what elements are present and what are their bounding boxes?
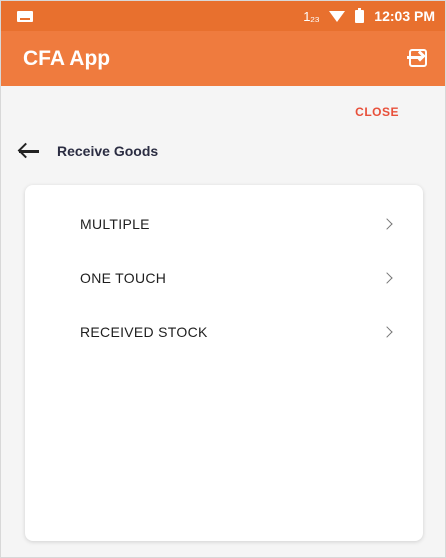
chevron-right-icon <box>381 326 393 338</box>
menu-item-received-stock[interactable]: RECEIVED STOCK <box>25 305 423 359</box>
page-header: Receive Goods <box>17 139 158 163</box>
menu-item-label: RECEIVED STOCK <box>80 324 208 340</box>
menu-item-one-touch[interactable]: ONE TOUCH <box>25 251 423 305</box>
notification-icon <box>17 10 33 22</box>
input-mode-indicator: 1₂₃ <box>303 8 320 24</box>
status-bar: 1₂₃ 12:03 PM <box>1 1 445 31</box>
menu-item-label: MULTIPLE <box>80 216 150 232</box>
page-title: Receive Goods <box>57 143 159 159</box>
app-title: CFA App <box>23 46 111 70</box>
battery-icon <box>355 7 365 23</box>
menu-card: MULTIPLE ONE TOUCH RECEIVED STOCK <box>25 185 423 541</box>
chevron-right-icon <box>381 272 393 284</box>
close-button[interactable]: CLOSE <box>355 105 399 119</box>
chevron-right-icon <box>381 218 393 230</box>
app-bar: CFA App <box>1 31 445 86</box>
app-screen: 1₂₃ 12:03 PM CFA App CLOSE Receive Goods… <box>0 0 446 558</box>
logout-icon[interactable] <box>407 48 429 69</box>
menu-item-multiple[interactable]: MULTIPLE <box>25 197 423 251</box>
arrow-left-icon[interactable] <box>17 141 41 161</box>
menu-item-label: ONE TOUCH <box>80 270 167 286</box>
wifi-icon <box>329 10 346 22</box>
status-time: 12:03 PM <box>374 8 435 24</box>
